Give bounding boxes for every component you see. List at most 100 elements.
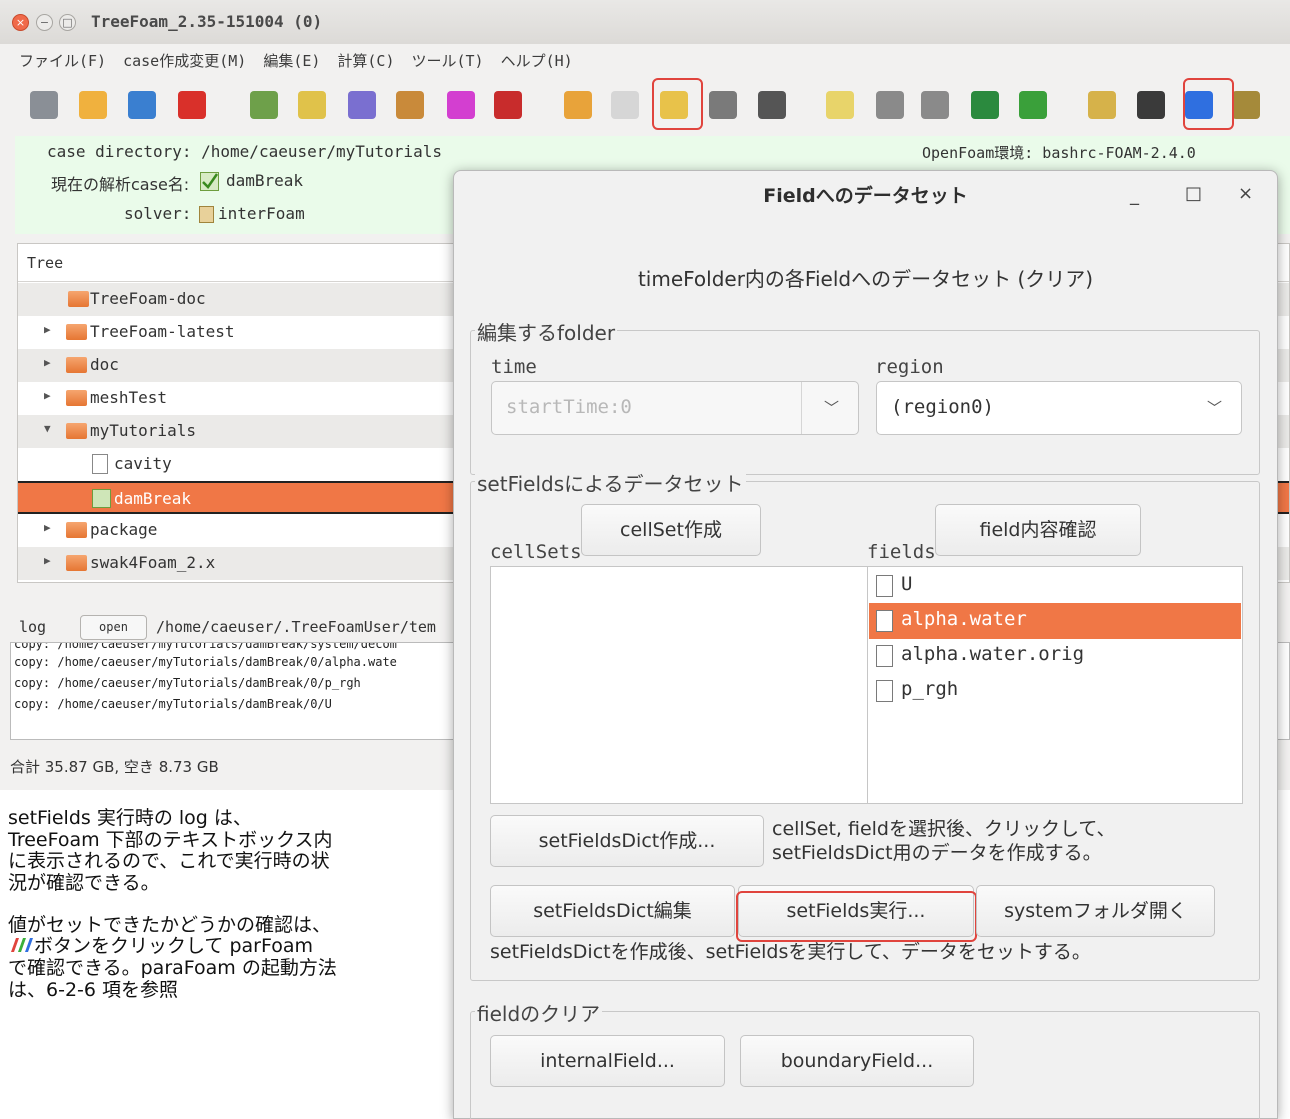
setfieldsdict-create-button[interactable]: setFieldsDict作成... <box>490 815 764 867</box>
solver-value: interFoam <box>218 204 305 223</box>
dict-create-note-2: setFieldsDict用のデータを作成する。 <box>772 842 1102 864</box>
tree-row-label: TreeFoam-latest <box>90 322 235 341</box>
run-icon[interactable] <box>921 91 949 119</box>
system-folder-open-button[interactable]: systemフォルダ開く <box>976 885 1215 937</box>
folder-icon <box>66 324 87 340</box>
topo-icon[interactable] <box>396 91 424 119</box>
fields-list[interactable]: U alpha.water alpha.water.orig p_rgh <box>867 566 1243 804</box>
plane-icon[interactable] <box>1232 91 1260 119</box>
tools-icon[interactable] <box>30 91 58 119</box>
menu-edit[interactable]: 編集(E) <box>263 50 320 71</box>
toolbar <box>0 78 1290 130</box>
edit-folder-group-title: 編集するfolder <box>475 317 618 346</box>
field-item-label: alpha.water.orig <box>901 643 1085 665</box>
case-directory-label: case directory: <box>47 142 192 161</box>
region-select-value: (region0) <box>891 396 994 418</box>
annotation-paragraph-1: setFields 実行時の log は、TreeFoam 下部のテキストボック… <box>8 807 333 894</box>
field-item-label: U <box>901 573 913 595</box>
menu-tools[interactable]: ツール(T) <box>412 50 484 71</box>
window-maximize-button[interactable]: □ <box>59 14 76 31</box>
annotation-paragraph-2: 値がセットできたかどうかの確認は、ボタンをクリックして parFoam で確認で… <box>8 914 338 1002</box>
document-icon[interactable] <box>611 91 639 119</box>
refresh-icon[interactable] <box>128 91 156 119</box>
dialog-maximize-button[interactable]: □ <box>1185 183 1202 204</box>
folder-icon <box>66 357 87 373</box>
collapsed-arrow-icon[interactable]: ▶ <box>44 554 51 567</box>
title-bar: × − □ TreeFoam_2.35-151004 (0) <box>0 0 1290 44</box>
annotation-text: setFields 実行時の log は、TreeFoam 下部のテキストボック… <box>8 807 338 1021</box>
monitor-icon[interactable] <box>971 91 999 119</box>
up-arrow-icon[interactable] <box>79 91 107 119</box>
annotation-paragraph-2b: ボタンをクリックして parFoam で確認できる。paraFoam の起動方法… <box>8 935 337 1001</box>
collapsed-arrow-icon[interactable]: ▶ <box>44 389 51 402</box>
edit-case-icon[interactable] <box>298 91 326 119</box>
tree-header-label: Tree <box>27 254 64 272</box>
cellset-create-button[interactable]: cellSet作成 <box>581 504 761 556</box>
tree-row-label: TreeFoam-doc <box>90 289 206 308</box>
field-content-check-button[interactable]: field内容確認 <box>935 504 1141 556</box>
log-line: copy: /home/caeuser/myTutorials/damBreak… <box>14 642 397 651</box>
log-label: log <box>19 618 47 636</box>
tree-row-label: package <box>90 520 158 539</box>
boundary-field-clear-button[interactable]: boundaryField... <box>740 1035 974 1087</box>
sys-icon[interactable] <box>758 91 786 119</box>
menu-case[interactable]: case作成変更(M) <box>123 50 246 71</box>
disk-status: 合計 35.87 GB, 空き 8.73 GB <box>10 758 219 776</box>
file-icon <box>92 454 108 474</box>
mreg-icon[interactable] <box>447 91 475 119</box>
field-item-alpha-water[interactable]: alpha.water <box>869 603 1241 639</box>
field-item-u[interactable]: U <box>869 568 1241 604</box>
dialog-heading: timeFolder内の各Fieldへのデータセット (クリア) <box>637 267 1094 291</box>
edit-folder-group: 編集するfolder time region startTime:0 ﹀ (re… <box>470 317 1260 475</box>
folder-icon <box>66 390 87 406</box>
field-item-label: p_rgh <box>901 678 959 700</box>
star-folder-icon[interactable] <box>826 91 854 119</box>
terminal-icon[interactable] <box>1137 91 1165 119</box>
helyx-icon[interactable] <box>494 91 522 119</box>
region-select[interactable]: (region0) ﹀ <box>876 381 1242 435</box>
database-icon[interactable] <box>876 91 904 119</box>
dialog-body: timeFolder内の各Fieldへのデータセット (クリア) 編集するfol… <box>454 231 1277 1119</box>
setfields-group-title: setFieldsによるデータセット <box>475 468 746 497</box>
menu-help[interactable]: ヘルプ(H) <box>501 50 573 71</box>
menu-file[interactable]: ファイル(F) <box>19 50 106 71</box>
stop-icon[interactable] <box>178 91 206 119</box>
checked-case-icon <box>92 489 111 508</box>
grid-icon[interactable] <box>564 91 592 119</box>
ruler-icon[interactable] <box>1088 91 1116 119</box>
internal-field-clear-button[interactable]: internalField... <box>490 1035 725 1087</box>
combo-separator <box>801 382 802 434</box>
check-case-icon[interactable] <box>250 91 278 119</box>
menu-calc[interactable]: 計算(C) <box>337 50 394 71</box>
layout-icon[interactable] <box>1019 91 1047 119</box>
checked-case-icon <box>200 172 219 191</box>
setfieldsdict-edit-button[interactable]: setFieldsDict編集 <box>490 885 735 937</box>
case-name-value: damBreak <box>226 171 304 190</box>
chevron-down-icon: ﹀ <box>823 399 839 417</box>
window-minimize-button[interactable]: − <box>36 14 53 31</box>
mesh-icon[interactable] <box>348 91 376 119</box>
field-item-alpha-water-orig[interactable]: alpha.water.orig <box>869 638 1241 674</box>
cons-icon[interactable] <box>709 91 737 119</box>
collapsed-arrow-icon[interactable]: ▶ <box>44 356 51 369</box>
tree-row-label: cavity <box>114 454 172 473</box>
toolbar-highlight <box>1183 78 1234 130</box>
collapsed-arrow-icon[interactable]: ▶ <box>44 323 51 336</box>
expanded-arrow-icon[interactable]: ▼ <box>44 422 51 435</box>
menu-bar: ファイル(F) case作成変更(M) 編集(E) 計算(C) ツール(T) ヘ… <box>0 44 1290 76</box>
solver-icon <box>199 206 214 223</box>
log-open-button[interactable]: open <box>80 615 147 640</box>
solver-label: solver: <box>124 204 192 223</box>
dialog-minimize-button[interactable]: _ <box>1130 185 1139 206</box>
file-icon <box>876 575 893 597</box>
tree-row-label: meshTest <box>90 388 168 407</box>
window-close-button[interactable]: × <box>12 14 29 31</box>
time-select-value: startTime:0 <box>506 396 632 418</box>
field-item-p-rgh[interactable]: p_rgh <box>869 673 1241 709</box>
case-directory-value: /home/caeuser/myTutorials <box>201 142 442 161</box>
cellsets-list[interactable] <box>490 566 868 804</box>
collapsed-arrow-icon[interactable]: ▶ <box>44 521 51 534</box>
time-select[interactable]: startTime:0 ﹀ <box>491 381 859 435</box>
dialog-close-button[interactable]: × <box>1238 183 1253 204</box>
chevron-down-icon: ﹀ <box>1206 399 1222 417</box>
